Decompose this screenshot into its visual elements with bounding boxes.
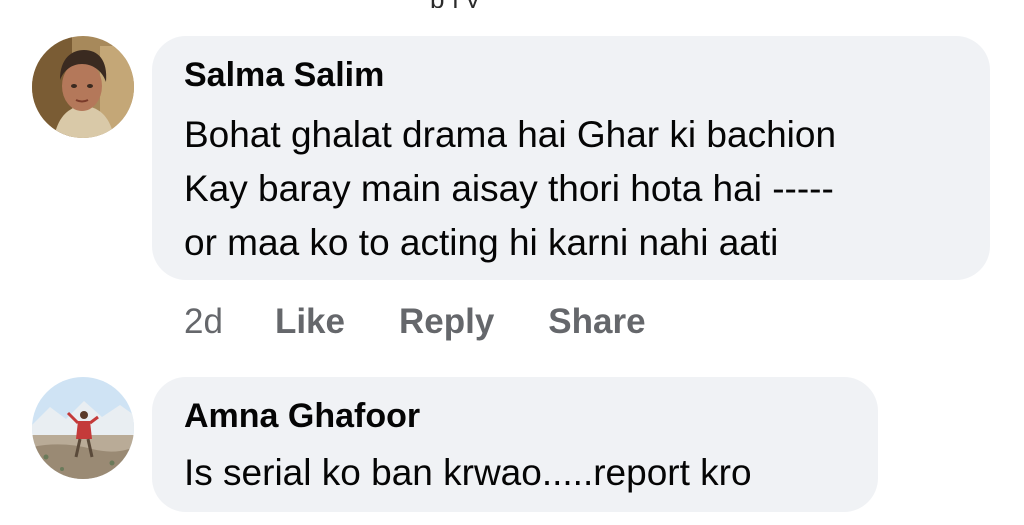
comment-actions: 2d Like Reply Share: [184, 298, 700, 346]
comment-text-line: Kay baray main aisay thori hota hai ----…: [184, 168, 834, 209]
share-button[interactable]: Share: [548, 302, 645, 342]
avatar-photo: [32, 377, 134, 479]
comments-panel: ply Salma Salim Bohat ghalat drama hai G…: [0, 0, 1024, 525]
comment-author[interactable]: Salma Salim: [184, 56, 384, 95]
cut-off-text-label: ply: [430, 0, 487, 8]
comment-text-line: Is serial ko ban krwao.....report kro: [184, 452, 752, 493]
comment-author[interactable]: Amna Ghafoor: [184, 397, 420, 436]
avatar[interactable]: [32, 36, 134, 138]
comment-text-line: Bohat ghalat drama hai Ghar ki bachion: [184, 114, 837, 155]
comment-text-line: or maa ko to acting hi karni nahi aati: [184, 222, 779, 263]
avatar-photo: [32, 36, 134, 138]
avatar[interactable]: [32, 377, 134, 479]
reply-button[interactable]: Reply: [399, 302, 494, 342]
like-button[interactable]: Like: [275, 302, 345, 342]
comment-timestamp[interactable]: 2d: [184, 302, 223, 342]
cut-off-text: ply: [430, 0, 520, 8]
